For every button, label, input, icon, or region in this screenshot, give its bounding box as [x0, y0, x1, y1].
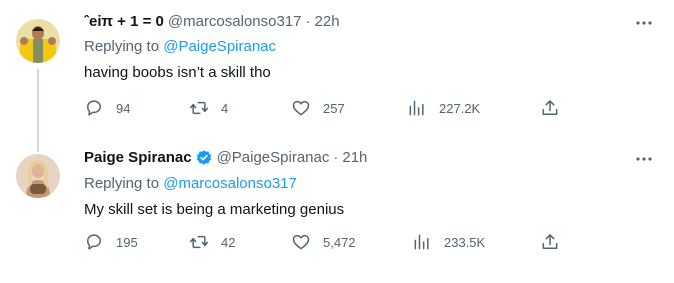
- replying-to-label: Replying to: [84, 38, 164, 55]
- reply-button[interactable]: 94: [84, 98, 130, 118]
- user-handle[interactable]: @marcosalonso317: [168, 12, 302, 32]
- avatar[interactable]: [16, 154, 60, 198]
- replying-to-mention[interactable]: @marcosalonso317: [163, 175, 297, 192]
- views-count: 233.5K: [444, 234, 486, 250]
- tweet-header: ˆeiπ + 1 = 0 @marcosalonso317 · 22h: [84, 12, 340, 32]
- share-icon: [542, 234, 558, 249]
- retweet-button[interactable]: 42: [189, 232, 235, 252]
- retweet-icon: [189, 101, 209, 115]
- display-name[interactable]: Paige Spiranac: [84, 148, 192, 168]
- like-icon: [292, 100, 310, 116]
- like-count: 5,472: [323, 234, 356, 250]
- replying-to-mention[interactable]: @PaigeSpiranac: [163, 38, 276, 55]
- more-icon[interactable]: [634, 149, 654, 169]
- separator-dot: ·: [333, 149, 339, 166]
- views-icon: [414, 234, 429, 250]
- tweet-text: having boobs isn’t a skill tho: [84, 64, 271, 81]
- display-name[interactable]: ˆeiπ + 1 = 0: [84, 12, 164, 32]
- views-icon: [409, 100, 424, 116]
- like-button[interactable]: 257: [291, 98, 345, 118]
- tweet-1[interactable]: ˆeiπ + 1 = 0 @marcosalonso317 · 22h Repl…: [0, 0, 674, 152]
- replying-to: Replying to @marcosalonso317: [84, 174, 297, 194]
- reply-icon: [87, 234, 101, 250]
- user-handle[interactable]: @PaigeSpiranac: [217, 148, 330, 168]
- avatar[interactable]: [16, 19, 60, 63]
- timestamp[interactable]: 21h: [342, 148, 367, 168]
- retweet-icon: [189, 235, 209, 249]
- like-button[interactable]: 5,472: [291, 232, 356, 252]
- reply-icon: [87, 100, 101, 116]
- retweet-button[interactable]: 4: [189, 98, 228, 118]
- tweet-text: My skill set is being a marketing genius: [84, 201, 345, 218]
- views-count: 227.2K: [439, 100, 481, 116]
- reply-count: 195: [116, 234, 138, 250]
- replying-to-label: Replying to: [84, 175, 164, 192]
- share-icon: [542, 100, 558, 115]
- reply-button[interactable]: 195: [84, 232, 138, 252]
- more-icon[interactable]: [634, 13, 654, 33]
- separator-dot: ·: [305, 13, 311, 30]
- views-button[interactable]: 227.2K: [407, 98, 480, 118]
- tweet-header: Paige Spiranac @PaigeSpiranac · 21h: [84, 148, 367, 168]
- replying-to: Replying to @PaigeSpiranac: [84, 37, 276, 57]
- like-count: 257: [323, 100, 345, 116]
- share-button[interactable]: [540, 232, 560, 252]
- views-button[interactable]: 233.5K: [412, 232, 485, 252]
- like-icon: [292, 234, 310, 250]
- retweet-count: 4: [221, 100, 229, 116]
- tweet-2[interactable]: Paige Spiranac @PaigeSpiranac · 21h Repl…: [0, 140, 674, 283]
- timestamp[interactable]: 22h: [315, 12, 340, 32]
- verified-badge-icon: [196, 150, 211, 165]
- share-button[interactable]: [540, 98, 560, 118]
- reply-count: 94: [116, 100, 131, 116]
- retweet-count: 42: [221, 234, 236, 250]
